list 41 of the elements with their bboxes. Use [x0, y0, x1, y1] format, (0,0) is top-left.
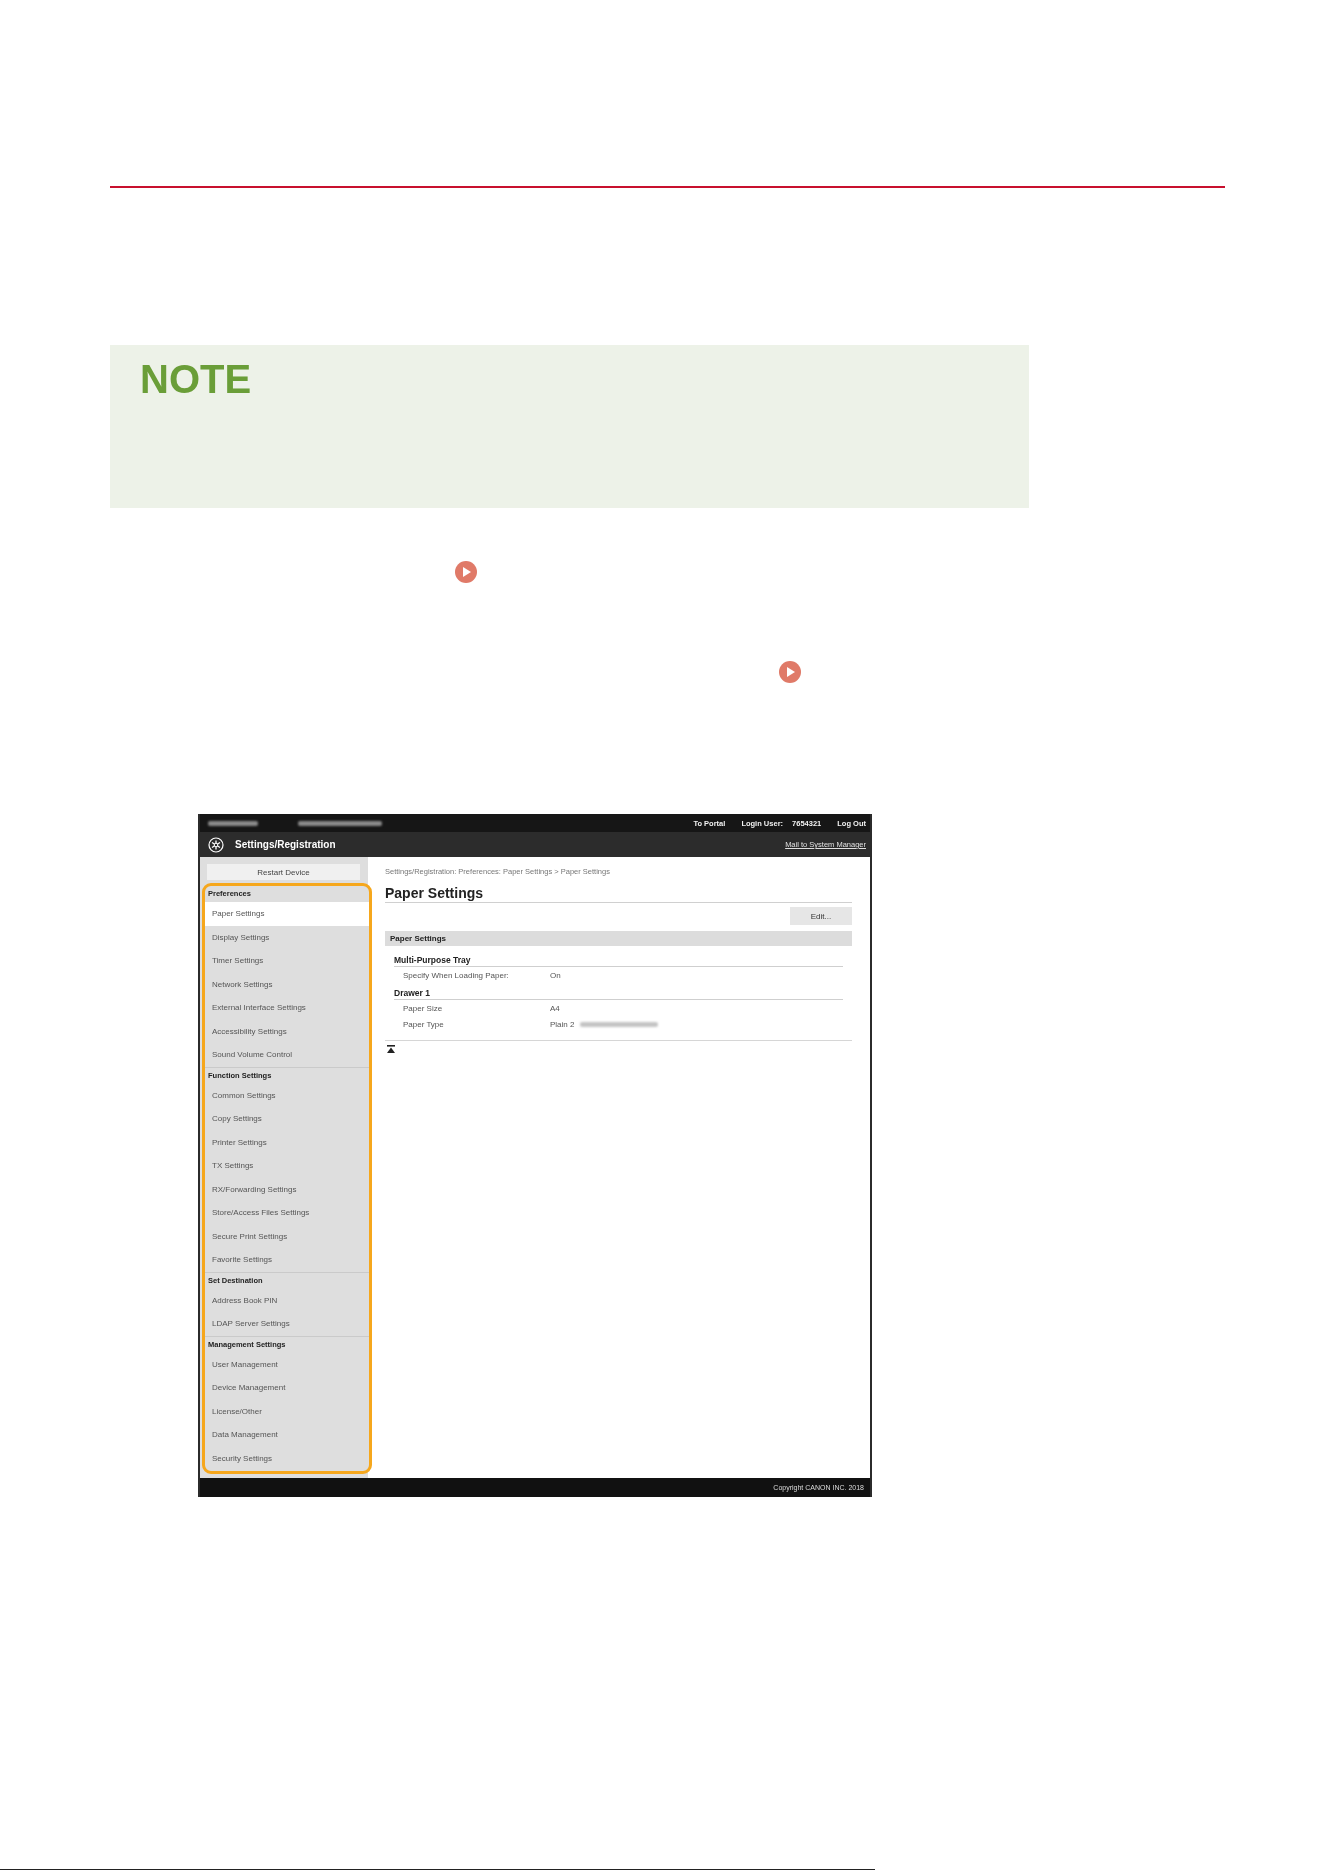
note-heading: NOTE: [140, 359, 252, 399]
section-title: Paper Settings: [390, 934, 446, 943]
blurred-text: [208, 820, 258, 826]
sidebar-item[interactable]: Security Settings: [205, 1446, 369, 1470]
sidebar-item[interactable]: Display Settings: [205, 925, 369, 949]
sidebar-item[interactable]: TX Settings: [205, 1154, 369, 1178]
setting-value: Plain 2: [550, 1019, 575, 1029]
setting-value: A4: [550, 1003, 560, 1013]
arrow-circle-icon[interactable]: [779, 661, 801, 683]
sidebar-item[interactable]: Favorite Settings: [205, 1248, 369, 1272]
sidebar-item[interactable]: Device Management: [205, 1376, 369, 1400]
setting-value: On: [550, 970, 561, 980]
restart-button[interactable]: Restart Device: [207, 864, 360, 880]
sidebar-item[interactable]: Secure Print Settings: [205, 1224, 369, 1248]
setting-label: Paper Type: [403, 1019, 445, 1029]
sidebar-item[interactable]: Printer Settings: [205, 1130, 369, 1154]
sidebar-item[interactable]: Timer Settings: [205, 949, 369, 973]
sidebar-item[interactable]: Data Management: [205, 1423, 369, 1447]
app-title: Settings/Registration: [235, 839, 336, 850]
edit-button[interactable]: Edit...: [790, 907, 852, 925]
sidebar-item[interactable]: Common Settings: [205, 1083, 369, 1107]
settings-icon: [208, 836, 224, 853]
sidebar-item[interactable]: User Management: [205, 1352, 369, 1376]
page-title: Paper Settings: [385, 885, 484, 901]
sidebar-item[interactable]: RX/Forwarding Settings: [205, 1177, 369, 1201]
sidebar-item[interactable]: Address Book PIN: [205, 1288, 369, 1312]
group-heading: Drawer 1: [394, 988, 430, 998]
sidebar-item[interactable]: LDAP Server Settings: [205, 1312, 369, 1336]
sidebar-item[interactable]: Store/Access Files Settings: [205, 1201, 369, 1225]
arrow-circle-icon[interactable]: [455, 561, 477, 583]
sidebar-item[interactable]: Copy Settings: [205, 1107, 369, 1131]
sidebar-item[interactable]: Paper Settings: [205, 902, 369, 926]
setting-label: Specify When Loading Paper:: [403, 970, 510, 980]
sidebar-item[interactable]: External Interface Settings: [205, 996, 369, 1020]
sidebar-item[interactable]: Sound Volume Control: [205, 1043, 369, 1067]
sidebar-item[interactable]: License/Other: [205, 1399, 369, 1423]
sidebar-item[interactable]: Accessibility Settings: [205, 1019, 369, 1043]
back-to-top-icon[interactable]: [387, 1045, 395, 1053]
setting-label: Paper Size: [403, 1003, 444, 1013]
group-heading: Multi-Purpose Tray: [394, 955, 471, 965]
sidebar-item[interactable]: Network Settings: [205, 972, 369, 996]
